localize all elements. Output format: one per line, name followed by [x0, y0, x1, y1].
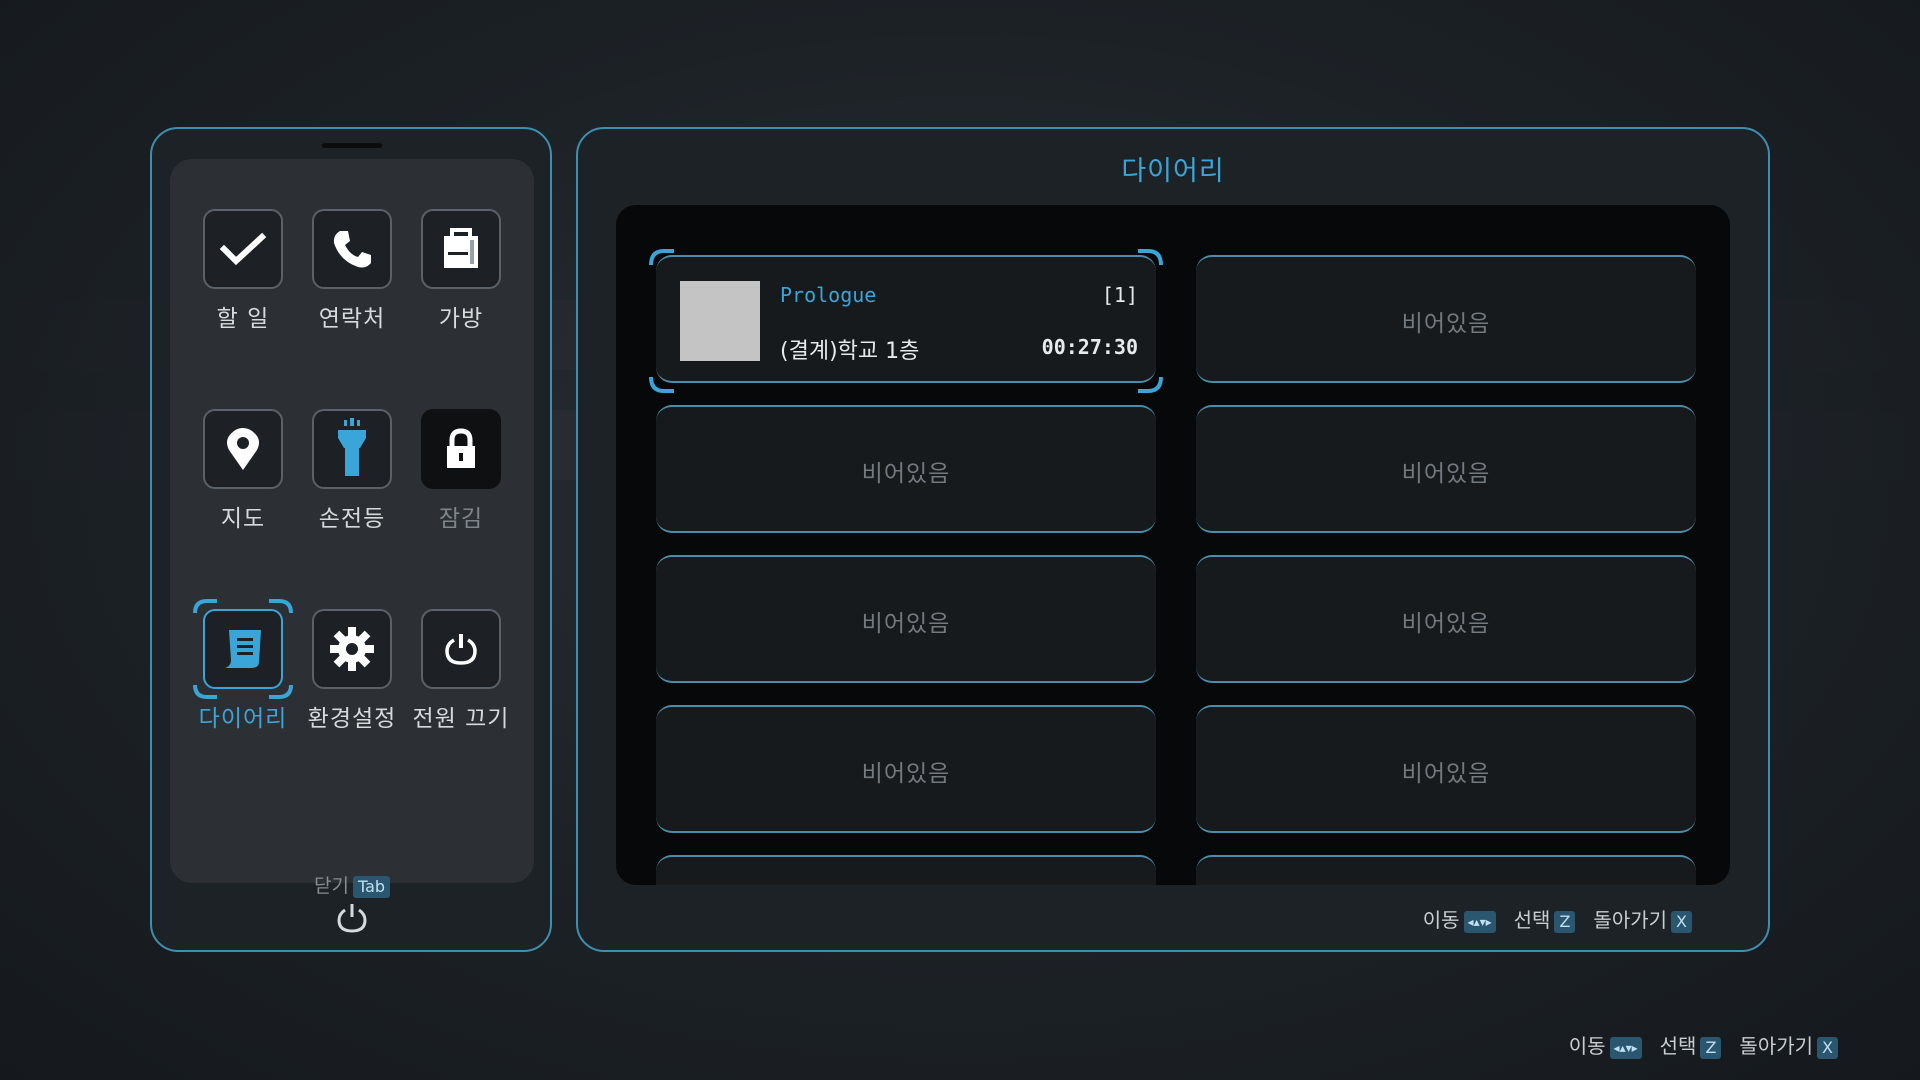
app-label: 연락처 — [318, 306, 386, 332]
global-control-hints: 이동 ◂▴▾▸ 선택 Z 돌아가기 X — [1569, 1030, 1838, 1059]
app-label: 환경설정 — [307, 706, 397, 732]
app-bag[interactable]: 가방 — [402, 209, 520, 333]
save-slot-2[interactable]: 비어있음 — [1196, 255, 1696, 383]
tab-key-badge: Tab — [352, 875, 391, 898]
arrow-keys-icon: ◂▴▾▸ — [1609, 1036, 1642, 1059]
empty-slot-label: 비어있음 — [1401, 311, 1491, 337]
app-diary[interactable]: 다이어리 — [184, 599, 302, 733]
select-hint: 선택 Z — [1659, 1034, 1722, 1059]
empty-slot-label: 비어있음 — [861, 461, 951, 487]
checkmark-icon — [203, 209, 283, 289]
power-icon — [421, 609, 501, 689]
phone-menu: 할 일 연락처 가방 지도 손전등 잠김 다이어리 환경설정 전원 끄기 닫기 … — [150, 127, 552, 952]
save-slot-8[interactable]: 비어있음 — [1196, 705, 1696, 833]
close-hint[interactable]: 닫기 Tab — [170, 871, 534, 898]
back-label: 돌아가기 — [1739, 1034, 1814, 1058]
app-map[interactable]: 지도 — [184, 409, 302, 533]
back-hint: 돌아가기 X — [1739, 1034, 1838, 1059]
app-label: 잠김 — [438, 506, 484, 532]
save-slot-5[interactable]: 비어있음 — [656, 555, 1156, 683]
flashlight-icon — [312, 409, 392, 489]
phone-power-button-icon[interactable] — [336, 902, 368, 934]
save-slot-6[interactable]: 비어있음 — [1196, 555, 1696, 683]
phone-screen: 할 일 연락처 가방 지도 손전등 잠김 다이어리 환경설정 전원 끄기 닫기 … — [170, 159, 534, 898]
chapter-name: Prologue — [780, 283, 877, 307]
app-label: 전원 끄기 — [412, 706, 510, 732]
empty-slot-label: 비어있음 — [1401, 461, 1491, 487]
save-slot-10[interactable] — [1196, 855, 1696, 885]
save-location: (결계)학교 1층 — [780, 339, 920, 364]
app-label: 다이어리 — [198, 706, 288, 732]
save-slot-3[interactable]: 비어있음 — [656, 405, 1156, 533]
move-hint: 이동 ◂▴▾▸ — [1422, 908, 1496, 933]
app-flashlight[interactable]: 손전등 — [293, 409, 411, 533]
move-label: 이동 — [1422, 908, 1460, 932]
lock-icon — [421, 409, 501, 489]
phone-speaker — [322, 143, 382, 148]
diary-panel: 다이어리 Prologue [1] (결계)학교 1층 00:27:30 비어있… — [576, 127, 1770, 952]
x-key-badge: X — [1671, 910, 1692, 933]
app-locked: 잠김 — [402, 409, 520, 533]
select-hint: 선택 Z — [1513, 908, 1576, 933]
save-slot-9[interactable] — [656, 855, 1156, 885]
bag-icon — [421, 209, 501, 289]
save-thumbnail — [680, 281, 760, 361]
map-pin-icon — [203, 409, 283, 489]
select-label: 선택 — [1659, 1034, 1697, 1058]
move-label: 이동 — [1568, 1034, 1606, 1058]
app-label: 손전등 — [318, 506, 386, 532]
app-label: 가방 — [438, 306, 484, 332]
z-key-badge: Z — [1554, 910, 1576, 933]
back-label: 돌아가기 — [1593, 908, 1668, 932]
empty-slot-label: 비어있음 — [1401, 611, 1491, 637]
slot-number: [1] — [1101, 283, 1138, 307]
panel-title: 다이어리 — [1121, 156, 1225, 187]
gear-icon — [312, 609, 392, 689]
x-key-badge: X — [1817, 1036, 1838, 1059]
app-settings[interactable]: 환경설정 — [293, 609, 411, 733]
app-label: 지도 — [220, 506, 266, 532]
app-todo[interactable]: 할 일 — [184, 209, 302, 333]
app-power-off[interactable]: 전원 끄기 — [402, 609, 520, 733]
arrow-keys-icon: ◂▴▾▸ — [1463, 910, 1496, 933]
panel-control-hints: 이동 ◂▴▾▸ 선택 Z 돌아가기 X — [1423, 904, 1692, 933]
diary-icon — [203, 609, 283, 689]
play-time: 00:27:30 — [1041, 335, 1138, 359]
save-slot-1[interactable]: Prologue [1] (결계)학교 1층 00:27:30 — [649, 249, 1163, 393]
move-hint: 이동 ◂▴▾▸ — [1568, 1034, 1642, 1059]
app-contacts[interactable]: 연락처 — [293, 209, 411, 333]
phone-icon — [312, 209, 392, 289]
save-slot-4[interactable]: 비어있음 — [1196, 405, 1696, 533]
save-slot-7[interactable]: 비어있음 — [656, 705, 1156, 833]
empty-slot-label: 비어있음 — [861, 611, 951, 637]
z-key-badge: Z — [1700, 1036, 1722, 1059]
back-hint: 돌아가기 X — [1593, 908, 1692, 933]
app-label: 할 일 — [216, 306, 270, 332]
save-slot-list[interactable]: Prologue [1] (결계)학교 1층 00:27:30 비어있음 비어있… — [616, 205, 1730, 885]
empty-slot-label: 비어있음 — [1401, 761, 1491, 787]
empty-slot-label: 비어있음 — [861, 761, 951, 787]
close-label: 닫기 — [313, 875, 349, 897]
select-label: 선택 — [1513, 908, 1551, 932]
